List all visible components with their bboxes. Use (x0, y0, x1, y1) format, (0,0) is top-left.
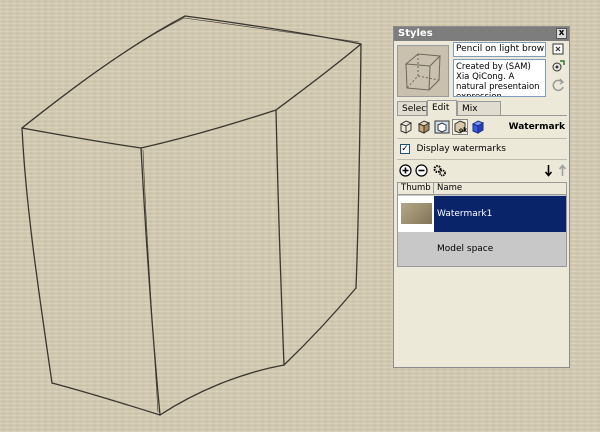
panel-title: Styles (398, 28, 433, 39)
close-button[interactable]: x (556, 28, 567, 39)
style-description-field[interactable]: Created by (SAM) Xia QiCong. A natural p… (453, 59, 546, 97)
watermark-thumbnail (401, 203, 432, 224)
watermark-toolbar (399, 164, 567, 180)
remove-watermark-button[interactable] (415, 164, 428, 177)
update-style-icon[interactable] (551, 59, 566, 73)
watermark-name[interactable]: Watermark1 (434, 196, 566, 232)
watermark-list: Thumb Name Watermark1 Model space (397, 182, 567, 267)
edit-settings-icons: ok (398, 119, 508, 137)
divider (397, 138, 567, 139)
tab-divider (397, 115, 567, 116)
refresh-icon[interactable] (551, 78, 566, 92)
watermark-thumbnail-cell[interactable] (398, 196, 434, 232)
column-header-name[interactable]: Name (434, 183, 566, 195)
styles-panel: Styles x Pencil on light brown Created b… (393, 26, 570, 368)
box-thumbnail-icon (404, 53, 442, 91)
edge-settings-icon[interactable] (398, 119, 414, 135)
display-watermarks-checkbox[interactable]: ✓ (400, 144, 410, 154)
move-down-icon[interactable] (542, 164, 555, 177)
tab-mix[interactable]: Mix (457, 101, 501, 116)
divider (397, 159, 567, 160)
style-thumbnail[interactable] (397, 45, 449, 97)
style-tabs: Select Edit Mix (397, 100, 567, 116)
create-style-icon[interactable] (551, 42, 566, 56)
list-item[interactable]: Watermark1 (398, 196, 566, 232)
panel-titlebar[interactable]: Styles x (394, 27, 569, 41)
modeling-settings-icon[interactable] (470, 119, 486, 135)
list-header: Thumb Name (398, 183, 566, 195)
section-title: Watermark (508, 122, 565, 132)
add-watermark-button[interactable] (399, 164, 412, 177)
style-name-field[interactable]: Pencil on light brown (453, 42, 546, 57)
face-settings-icon[interactable] (416, 119, 432, 135)
background-settings-icon[interactable] (434, 119, 450, 135)
tab-select[interactable]: Select (397, 101, 430, 116)
display-watermarks-label: Display watermarks (416, 144, 506, 154)
display-watermarks-row[interactable]: ✓ Display watermarks (400, 142, 506, 156)
tab-edit[interactable]: Edit (427, 100, 457, 116)
move-up-icon[interactable] (556, 164, 569, 177)
watermark-settings-icon[interactable]: ok (452, 119, 468, 135)
list-item[interactable]: Model space (434, 232, 566, 266)
column-header-thumb[interactable]: Thumb (398, 183, 434, 195)
svg-text:ok: ok (459, 127, 467, 134)
gear-icon[interactable] (433, 164, 446, 177)
